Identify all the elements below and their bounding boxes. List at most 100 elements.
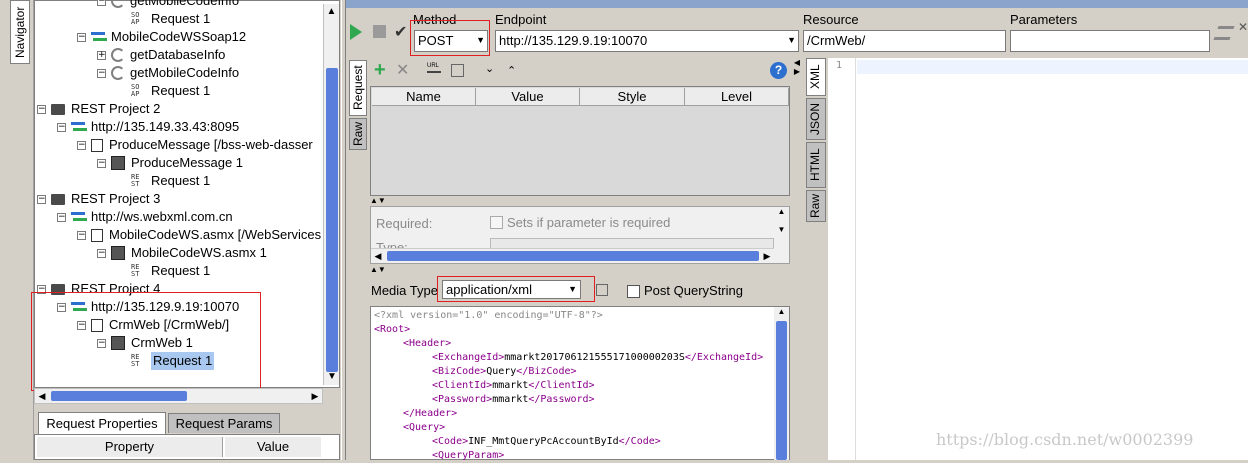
collapse-icon[interactable]: −	[57, 122, 66, 132]
tree-item-label: http://135.149.33.43:8095	[91, 119, 240, 134]
response-splitter[interactable]: ◀ ▶	[791, 58, 803, 460]
tab-request-properties[interactable]: Request Properties	[38, 412, 166, 434]
tab-html[interactable]: HTML	[806, 142, 826, 188]
run-icon[interactable]	[350, 24, 362, 40]
collapse-icon[interactable]: −	[97, 0, 106, 6]
hscroll-left-icon[interactable]: ◀	[371, 249, 385, 264]
parameters-label: Parameters	[1010, 12, 1078, 27]
header-style[interactable]: Style	[580, 88, 685, 106]
stop-icon[interactable]	[373, 25, 386, 38]
media-type-select[interactable]: application/xml ▼	[442, 280, 581, 299]
tree-item[interactable]: RE ST Request 1	[117, 262, 210, 280]
tab-raw-response[interactable]: Raw	[806, 190, 826, 222]
post-querystring-checkbox[interactable]	[627, 285, 640, 298]
sort-params-icon[interactable]	[451, 64, 464, 77]
media-type-label: Media Type	[371, 283, 438, 298]
tree-item[interactable]: − REST Project 2	[37, 100, 160, 118]
type-select[interactable]	[490, 238, 774, 248]
navigator-tab[interactable]: Navigator	[10, 0, 30, 64]
endpoint-value: http://135.129.9.19:10070	[499, 33, 648, 48]
collapse-icon[interactable]: −	[37, 194, 46, 204]
tree-item[interactable]: − http://135.149.33.43:8095	[57, 118, 239, 136]
endpoint-dropdown-icon[interactable]: ▼	[787, 35, 796, 45]
tree-item-label: REST Project 2	[71, 101, 161, 116]
tree-item[interactable]: − MobileCodeWS.asmx [/WebServices	[77, 226, 321, 244]
body-vscrollbar[interactable]: ▲	[774, 307, 789, 460]
tab-request-params[interactable]: Request Params	[168, 413, 280, 433]
tree-item[interactable]: RE ST Request 1	[117, 172, 210, 190]
collapse-icon[interactable]: −	[37, 104, 46, 114]
tab-xml[interactable]: XML	[806, 58, 826, 96]
tree-item[interactable]: SO AP Request 1	[117, 82, 210, 100]
tree-item[interactable]: SO AP Request 1	[117, 10, 210, 28]
tab-request[interactable]: Request	[349, 60, 367, 116]
project-folder-icon	[51, 103, 65, 115]
parameters-input[interactable]	[1010, 30, 1210, 52]
details-vscrollbar[interactable]: ▲ ▼	[774, 207, 789, 247]
tree-item[interactable]: + getDatabaseInfo	[97, 46, 225, 64]
splitter-right-icon[interactable]: ▶	[791, 67, 803, 76]
tree-item[interactable]: − getMobileCodeInfo	[97, 64, 239, 82]
tree-hscroll-thumb[interactable]	[51, 391, 187, 401]
tree-vscrollbar[interactable]: ▲ ▼	[323, 4, 339, 385]
tree-item-label: Request 1	[151, 83, 211, 98]
tab-raw-request[interactable]: Raw	[349, 118, 367, 150]
checkmark-icon[interactable]: ✔	[394, 22, 407, 41]
collapse-arrows-icon-2[interactable]: ▲▼	[370, 265, 386, 274]
window-close-icon[interactable]: ✕	[1238, 20, 1248, 34]
xml-line: <Password>mmarkt</Password>	[432, 394, 595, 405]
collapse-icon[interactable]: −	[77, 230, 86, 240]
tree-item-label: getDatabaseInfo	[130, 47, 226, 62]
splitter-left-icon[interactable]: ◀	[791, 58, 803, 67]
current-line-highlight	[857, 60, 1248, 74]
tree-hscrollbar[interactable]: ◀ ▶	[34, 388, 323, 404]
collapse-icon[interactable]: −	[97, 158, 106, 168]
tree-item[interactable]: − http://ws.webxml.com.cn	[57, 208, 233, 226]
url-encode-icon[interactable]: URL	[427, 63, 441, 73]
tree-item[interactable]: − REST Project 3	[37, 190, 160, 208]
method-grid-icon	[111, 246, 125, 260]
collapse-icon[interactable]: −	[97, 68, 106, 78]
media-options-icon[interactable]	[596, 284, 608, 296]
tree-item[interactable]: − getMobileCodeInfo	[97, 0, 239, 10]
collapse-icon[interactable]: −	[77, 140, 86, 150]
endpoint-label: Endpoint	[495, 12, 547, 27]
body-scroll-up-icon[interactable]: ▲	[774, 307, 789, 316]
move-down-icon[interactable]: ⌄	[485, 62, 494, 75]
tab-json[interactable]: JSON	[806, 98, 826, 140]
add-param-icon[interactable]: +	[374, 60, 386, 80]
header-value-col[interactable]: Value	[476, 88, 580, 106]
collapse-icon[interactable]: −	[57, 212, 66, 222]
remove-param-icon[interactable]: ✕	[396, 61, 409, 81]
details-hscroll-thumb[interactable]	[387, 251, 759, 261]
header-level[interactable]: Level	[685, 88, 789, 106]
hscroll-right-icon[interactable]: ▶	[760, 249, 774, 264]
body-vscroll-thumb[interactable]	[776, 321, 787, 460]
endpoint-input[interactable]: http://135.129.9.19:10070 ▼	[495, 30, 799, 52]
required-checkbox[interactable]	[490, 216, 503, 229]
collapse-icon[interactable]: −	[77, 32, 86, 42]
scroll-up-arrow-icon[interactable]: ▲	[324, 4, 339, 20]
resource-input[interactable]: /CrmWeb/	[803, 30, 1006, 52]
response-editor[interactable]	[828, 58, 1248, 460]
move-up-icon[interactable]: ⌃	[507, 64, 516, 77]
collapse-arrows-icon[interactable]: ▲▼	[370, 196, 386, 205]
scroll-right-arrow-icon[interactable]: ▶	[308, 389, 322, 403]
tree-vscroll-thumb[interactable]	[326, 68, 338, 372]
tree-item[interactable]: − ProduceMessage [/bss-web-dasser	[77, 136, 313, 154]
method-select[interactable]: POST ▼	[414, 30, 488, 52]
media-dropdown-icon[interactable]: ▼	[568, 284, 577, 294]
scroll-left-arrow-icon[interactable]: ◀	[35, 389, 49, 403]
tree-item[interactable]: − MobileCodeWSSoap12	[77, 28, 246, 46]
project-folder-icon	[51, 193, 65, 205]
details-hscrollbar[interactable]: ◀ ▶	[371, 248, 774, 263]
help-icon[interactable]: ?	[770, 62, 787, 79]
method-grid-icon	[111, 156, 125, 170]
header-name[interactable]: Name	[372, 88, 476, 106]
scroll-down-arrow-icon[interactable]: ▼	[324, 369, 340, 385]
chevron-down-icon[interactable]: ▼	[476, 35, 485, 45]
tree-item[interactable]: − MobileCodeWS.asmx 1	[97, 244, 267, 262]
tree-item[interactable]: − ProduceMessage 1	[97, 154, 243, 172]
expand-icon[interactable]: +	[97, 50, 106, 60]
collapse-icon[interactable]: −	[97, 248, 106, 258]
